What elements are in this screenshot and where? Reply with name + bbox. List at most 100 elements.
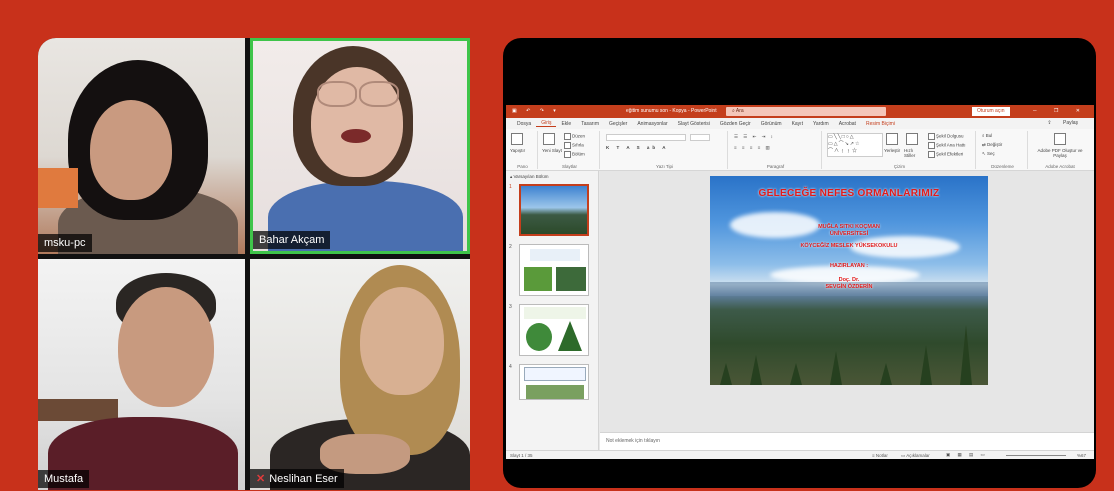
shape-effects-icon xyxy=(928,151,935,158)
find-button[interactable]: ⌕ Bul xyxy=(982,133,992,138)
replace-button[interactable]: ⇄ Değiştir xyxy=(982,142,1002,148)
ribbon-group-adobe: Adobe PDF Oluştur ve Paylaş Adobe Acroba… xyxy=(1030,131,1090,169)
group-label: Adobe Acrobat xyxy=(1045,164,1075,169)
ribbon-group-cizim: ▭╲╲□○△ ▭△⌒↘↗☆ ⌒∧﹛﹜☆ Yerleştir Hızlı Stille… xyxy=(824,131,976,169)
ribbon: Yapıştır Pano Yeni Slayt Düzen Sıfırla B… xyxy=(506,129,1094,171)
comments-button[interactable]: ▭ Açıklamalar xyxy=(901,453,930,459)
list-buttons[interactable]: ☰ ☰ ⇤ ⇥ ↕ xyxy=(734,134,775,140)
status-bar: Slayt 1 / 35 ≡ Notlar ▭ Açıklamalar ▣ ▦ … xyxy=(506,450,1094,459)
shape-outline-button[interactable]: Şekil Ana Hattı xyxy=(928,142,966,149)
slide-editor[interactable]: GELECEĞE NEFES ORMANLARIMIZ MUĞLA SITKI … xyxy=(600,171,1094,432)
tab-animasyonlar[interactable]: Animasyonlar xyxy=(632,121,672,127)
tab-yardim[interactable]: Yardım xyxy=(808,121,834,127)
participant-video xyxy=(253,41,467,251)
notes-pane[interactable]: Not eklemek için tıklayın xyxy=(600,432,1094,450)
video-grid: msku-pc Bahar Akçam Mustafa ✕ Neslihan E… xyxy=(38,38,470,490)
slide-title: GELECEĞE NEFES ORMANLARIMIZ xyxy=(758,188,940,199)
tab-gecisler[interactable]: Geçişler xyxy=(604,121,632,127)
select-button[interactable]: ↖ Seç xyxy=(982,151,995,157)
section-header[interactable]: ▴ Varsayılan Bölüm xyxy=(510,174,548,180)
slide-text: Doç. Dr. xyxy=(838,277,860,283)
group-label: Yazı Tipi xyxy=(656,164,673,169)
slide-text: ÜNİVERSİTESİ xyxy=(829,231,869,237)
tree xyxy=(880,363,892,385)
window-title: eğitim sunumu son - Kopya - PowerPoint xyxy=(626,108,717,114)
shape-outline-icon xyxy=(928,142,935,149)
tree xyxy=(920,345,932,385)
font-name-select[interactable] xyxy=(606,134,686,141)
thumbnail-image xyxy=(526,385,584,399)
group-label: Düzenleme xyxy=(991,164,1014,169)
shapes-gallery[interactable]: ▭╲╲□○△ ▭△⌒↘↗☆ ⌒∧﹛﹜☆ xyxy=(827,133,883,157)
font-size-select[interactable] xyxy=(690,134,710,141)
paste-icon xyxy=(511,133,523,145)
tree xyxy=(830,351,842,385)
zoom-slider[interactable] xyxy=(1006,455,1066,456)
mic-muted-icon: ✕ xyxy=(256,473,266,485)
video-tile-msku-pc[interactable]: msku-pc xyxy=(38,38,245,254)
share-button[interactable]: ⇪ Paylaş xyxy=(1037,120,1088,126)
shape-fill-button[interactable]: Şekil Dolgusu xyxy=(928,133,964,140)
arrange-icon xyxy=(886,133,898,145)
search-input[interactable]: ⌕ Ara xyxy=(726,107,886,116)
tab-gorunum[interactable]: Görünüm xyxy=(756,121,787,127)
slide-thumbnail-3[interactable] xyxy=(519,304,589,356)
ribbon-tabs: Dosya Giriş Ekle Tasarım Geçişler Animas… xyxy=(506,118,1094,129)
font-format-buttons[interactable]: K T A S ab A xyxy=(606,145,669,150)
slide-thumbnail-2[interactable] xyxy=(519,244,589,296)
align-buttons[interactable]: ≡ ≡ ≡ ≡ ▥ xyxy=(734,145,772,151)
video-tile-neslihan-eser[interactable]: ✕ Neslihan Eser xyxy=(250,259,470,490)
quick-access-toolbar[interactable]: ▣ ↶ ↷ ▾ xyxy=(512,108,560,114)
zoom-level[interactable]: %67 xyxy=(1077,453,1086,458)
adobe-pdf-button[interactable] xyxy=(1054,133,1067,145)
tab-kayit[interactable]: Kayıt xyxy=(787,121,808,127)
tab-giris[interactable]: Giriş xyxy=(536,120,557,127)
window-controls[interactable]: ─ ❐ ✕ xyxy=(1033,108,1088,114)
layout-icon xyxy=(564,133,571,140)
signin-button[interactable]: Oturum açın xyxy=(972,107,1010,116)
thumbnail-image xyxy=(556,267,586,291)
new-slide-button[interactable] xyxy=(543,133,556,145)
section-button[interactable]: Bölüm xyxy=(564,151,585,158)
slide-text: MUĞLA SITKI KOÇMAN xyxy=(818,224,880,230)
shape-effects-button[interactable]: Şekil Efektleri xyxy=(928,151,963,158)
video-tile-bahar-akcam[interactable]: Bahar Akçam xyxy=(250,38,470,254)
paste-button[interactable] xyxy=(511,133,524,145)
paste-label: Yapıştır xyxy=(510,148,526,153)
group-label: Çizim xyxy=(893,164,906,169)
tab-tasarim[interactable]: Tasarım xyxy=(576,121,604,127)
search-icon: ⌕ xyxy=(982,133,985,138)
video-tile-mustafa[interactable]: Mustafa xyxy=(38,259,245,490)
slide-thumbnail-1[interactable] xyxy=(519,184,589,236)
tab-ekle[interactable]: Ekle xyxy=(556,121,576,127)
quick-styles-button[interactable] xyxy=(906,133,919,145)
thumbnail-text xyxy=(530,249,580,261)
slide-number: 4 xyxy=(509,364,512,370)
arrange-button[interactable] xyxy=(886,133,899,145)
thumbnail-text xyxy=(524,367,586,381)
new-slide-label: Yeni Slayt xyxy=(542,148,562,153)
thumbnail-image xyxy=(524,267,552,291)
notes-button[interactable]: ≡ Notlar xyxy=(872,453,888,458)
slide-thumbnail-4[interactable] xyxy=(519,364,589,400)
tab-dosya[interactable]: Dosya xyxy=(512,121,536,127)
ribbon-group-paragraf: ☰ ☰ ⇤ ⇥ ↕ ≡ ≡ ≡ ≡ ▥ Paragraf xyxy=(730,131,822,169)
slide-number: 1 xyxy=(509,184,512,190)
replace-icon: ⇄ xyxy=(982,142,986,147)
slide-text: HAZIRLAYAN : xyxy=(829,263,869,269)
slide-text: KÖYCEĞİZ MESLEK YÜKSEKOKULU xyxy=(800,243,898,249)
tab-acrobat[interactable]: Acrobat xyxy=(834,121,861,127)
participant-name: msku-pc xyxy=(38,234,92,252)
shared-screen: ▣ ↶ ↷ ▾ eğitim sunumu son - Kopya - Powe… xyxy=(503,38,1096,488)
view-buttons[interactable]: ▣ ▦ ▤ ▭ xyxy=(946,452,988,458)
editor-area: ▴ Varsayılan Bölüm 1 2 3 4 GELECEĞE NEFE… xyxy=(506,171,1094,450)
slide-counter: Slayt 1 / 35 xyxy=(510,453,533,458)
tab-resim-bicimi[interactable]: Resim Biçimi xyxy=(861,121,900,127)
current-slide[interactable]: GELECEĞE NEFES ORMANLARIMIZ MUĞLA SITKI … xyxy=(710,176,988,385)
tab-gozden-gecir[interactable]: Gözden Geçir xyxy=(715,121,756,127)
tab-slayt-gosterisi[interactable]: Slayt Gösterisi xyxy=(673,121,715,127)
powerpoint-window: ▣ ↶ ↷ ▾ eğitim sunumu son - Kopya - Powe… xyxy=(506,105,1094,459)
reset-button[interactable]: Sıfırla xyxy=(564,142,584,149)
layout-button[interactable]: Düzen xyxy=(564,133,585,140)
tree xyxy=(960,325,972,385)
